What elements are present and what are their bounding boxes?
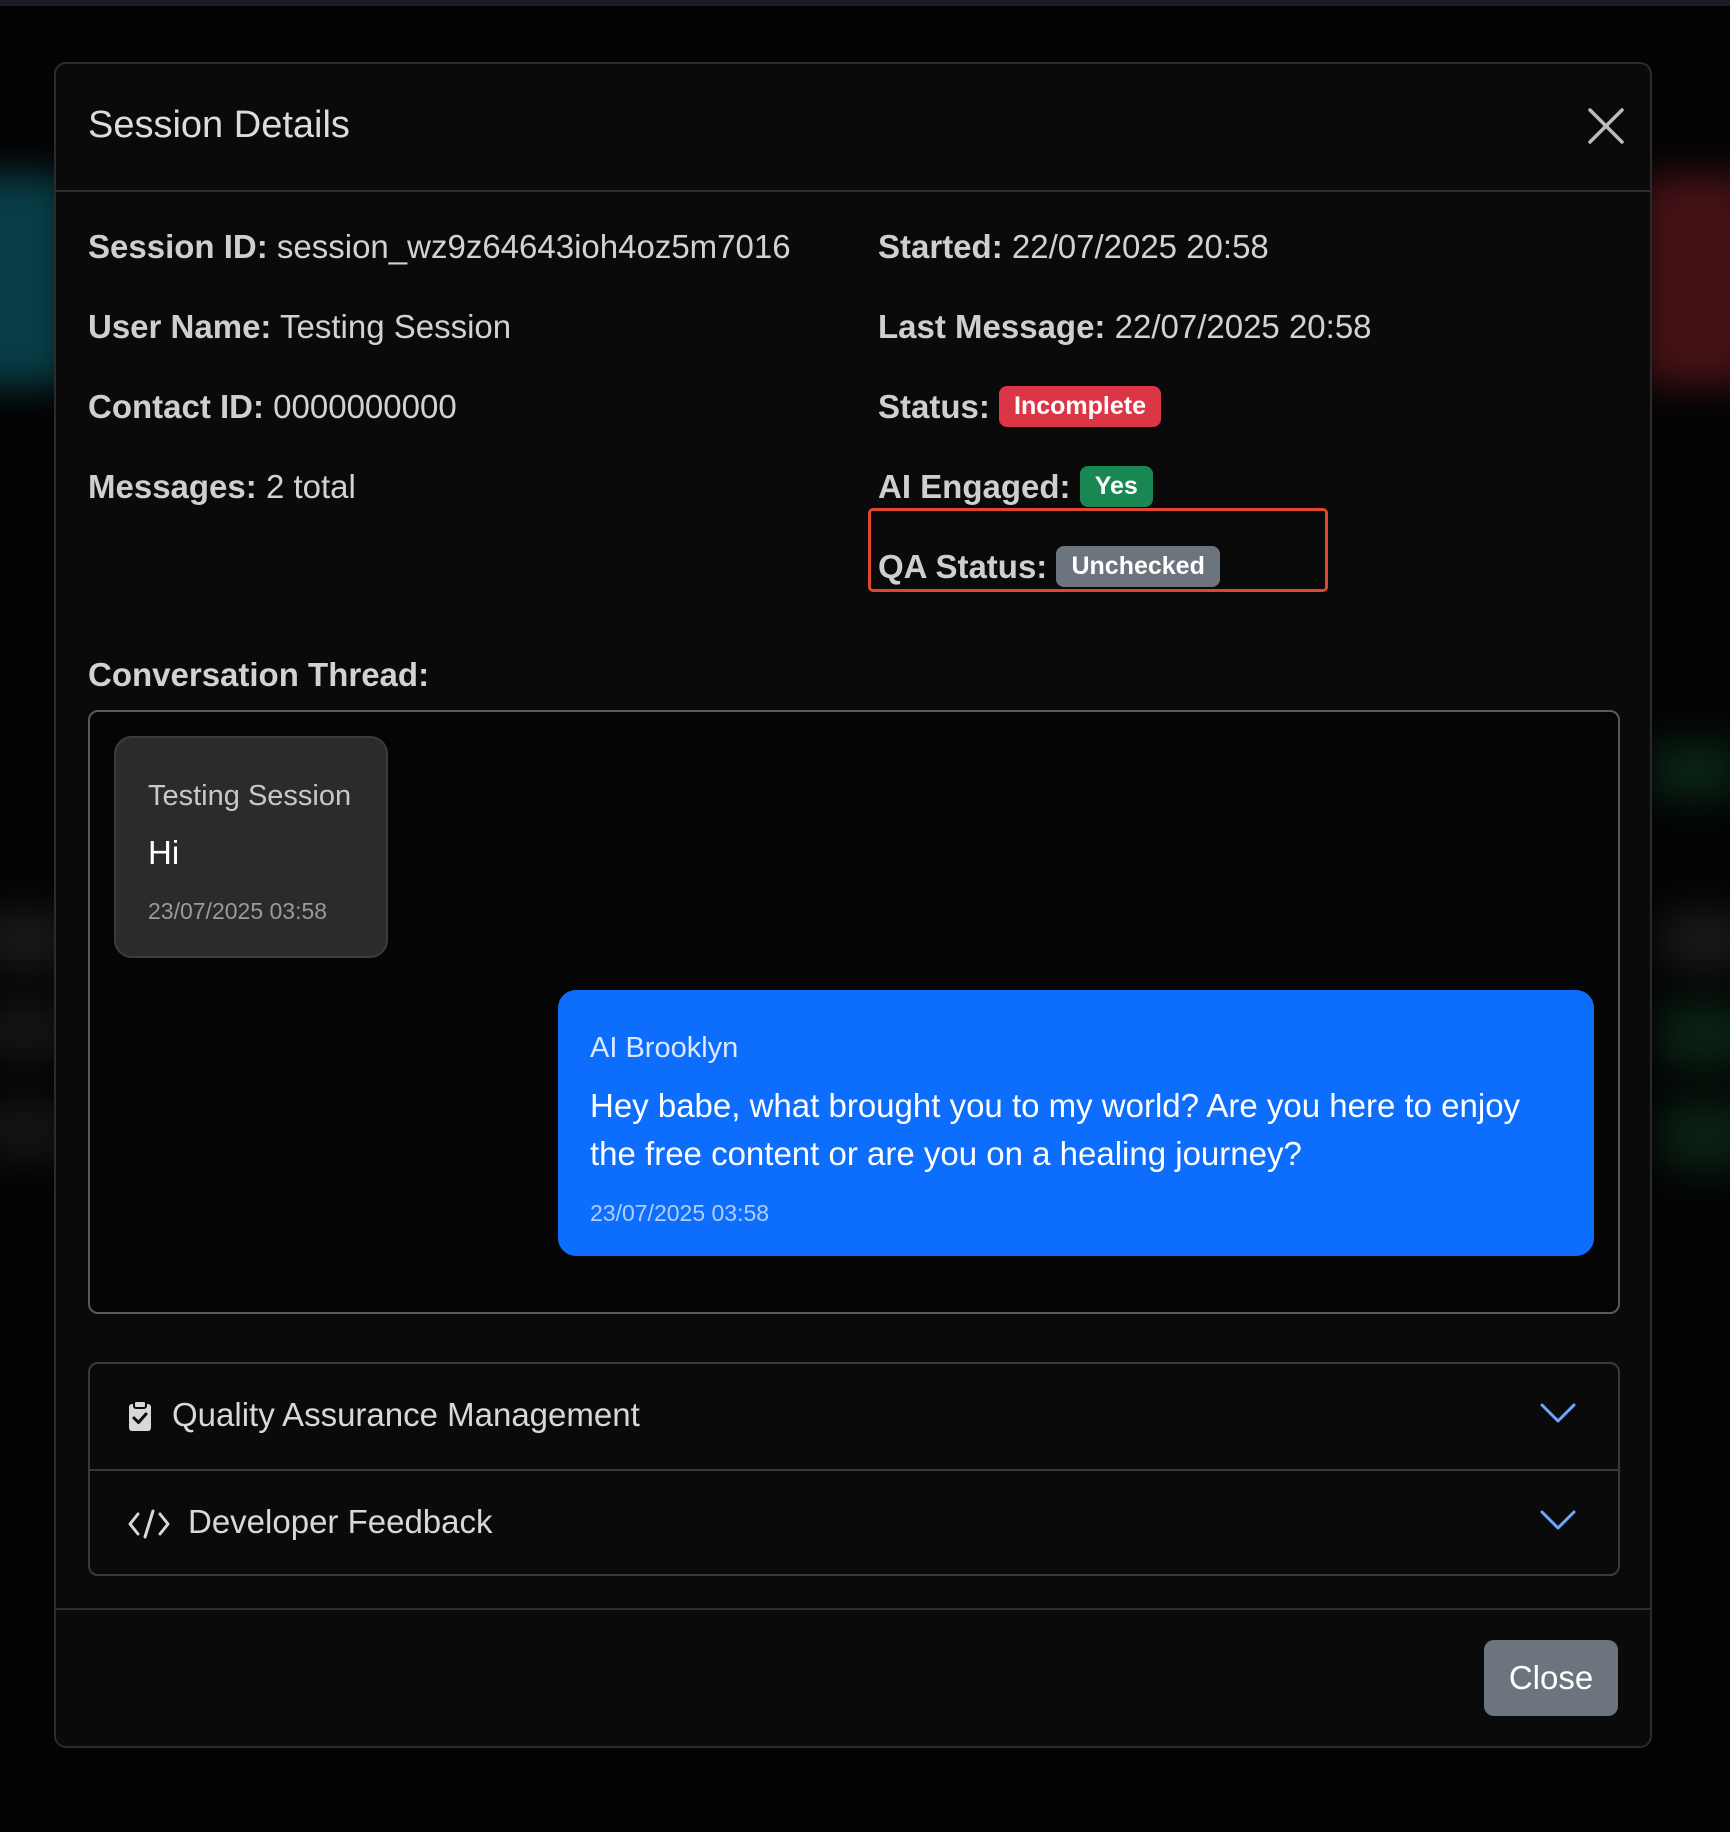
ai-engaged-label: AI Engaged: — [878, 468, 1071, 505]
app-top-bar — [0, 0, 1730, 6]
messages-value: 2 total — [265, 468, 356, 505]
conversation-thread-label: Conversation Thread: — [88, 656, 430, 693]
started-value: 22/07/2025 20:58 — [1011, 228, 1269, 265]
message-text: Hi — [148, 834, 180, 871]
messages-row: Messages: 2 total — [88, 468, 356, 506]
modal-footer: Close — [56, 1608, 1650, 1748]
status-row: Status: Incomplete — [878, 385, 1161, 430]
accordion-developer-feedback[interactable]: Developer Feedback — [90, 1469, 1618, 1574]
background-card — [1640, 175, 1730, 385]
conversation-thread[interactable]: Testing Session Hi 23/07/2025 03:58 AI B… — [88, 710, 1620, 1314]
chevron-down-icon — [1540, 1402, 1576, 1429]
accordion-label: Quality Assurance Management — [172, 1396, 640, 1433]
modal-title: Session Details — [88, 104, 350, 146]
close-button[interactable]: Close — [1484, 1640, 1618, 1716]
message-timestamp: 23/07/2025 03:58 — [148, 898, 328, 924]
qa-status-badge: Unchecked — [1056, 545, 1220, 587]
background-card — [1650, 740, 1730, 800]
qa-status-row: QA Status: Unchecked — [878, 545, 1220, 590]
message-timestamp: 23/07/2025 03:58 — [590, 1200, 770, 1226]
user-name-label: User Name: — [88, 308, 272, 345]
status-badge: Incomplete — [999, 385, 1161, 427]
message-text: Hey babe, what brought you to my world? … — [590, 1087, 1521, 1172]
last-message-label: Last Message: — [878, 308, 1106, 345]
contact-id-label: Contact ID: — [88, 388, 264, 425]
chevron-down-icon — [1540, 1509, 1576, 1536]
background-card — [1660, 1000, 1730, 1070]
messages-label: Messages: — [88, 468, 257, 505]
ai-engaged-badge: Yes — [1079, 465, 1153, 507]
last-message-row: Last Message: 22/07/2025 20:58 — [878, 308, 1372, 346]
message-bubble-user: Testing Session Hi 23/07/2025 03:58 — [114, 736, 388, 958]
accordion-quality-assurance[interactable]: Quality Assurance Management — [90, 1364, 1618, 1469]
contact-id-value: 0000000000 — [273, 388, 457, 425]
session-accordion: Quality Assurance Management Developer F… — [88, 1362, 1620, 1576]
session-id-label: Session ID: — [88, 228, 268, 265]
status-label: Status: — [878, 388, 990, 425]
user-name-row: User Name: Testing Session — [88, 308, 511, 346]
session-id-value: session_wz9z64643ioh4oz5m7016 — [276, 228, 791, 265]
code-icon — [128, 1509, 170, 1544]
user-name-value: Testing Session — [280, 308, 512, 345]
ai-engaged-row: AI Engaged: Yes — [878, 465, 1153, 510]
message-sender: Testing Session — [148, 780, 352, 812]
session-details-modal: Session Details Session ID: session_wz9z… — [54, 62, 1652, 1748]
background-card — [1660, 910, 1730, 970]
started-label: Started: — [878, 228, 1003, 265]
close-icon[interactable] — [1586, 106, 1626, 146]
session-id-row: Session ID: session_wz9z64643ioh4oz5m701… — [88, 228, 791, 266]
started-row: Started: 22/07/2025 20:58 — [878, 228, 1269, 266]
accordion-label: Developer Feedback — [188, 1503, 493, 1540]
qa-status-label: QA Status: — [878, 548, 1048, 585]
background-card — [1660, 1100, 1730, 1170]
message-sender: AI Brooklyn — [590, 1032, 739, 1064]
message-bubble-ai: AI Brooklyn Hey babe, what brought you t… — [558, 990, 1594, 1256]
last-message-value: 22/07/2025 20:58 — [1114, 308, 1372, 345]
modal-header: Session Details — [56, 64, 1650, 192]
clipboard-check-icon — [128, 1400, 152, 1437]
contact-id-row: Contact ID: 0000000000 — [88, 388, 457, 426]
